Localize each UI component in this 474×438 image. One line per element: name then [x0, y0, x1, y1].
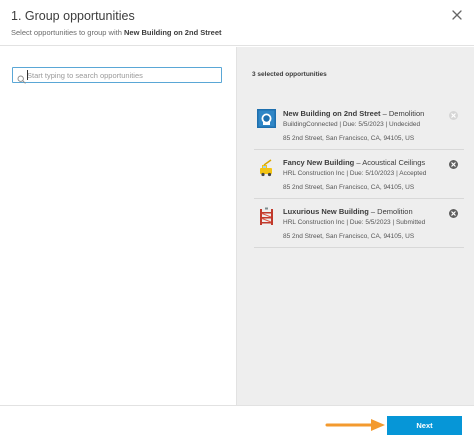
search-box[interactable] — [12, 67, 222, 84]
selected-opportunities-pane: 3 selected opportunities New Building on… — [236, 47, 474, 405]
arrow-right-icon — [325, 418, 387, 432]
opportunity-title: New Building on 2nd Street – Demolition — [283, 109, 424, 118]
opportunity-trade: – Acoustical Ceilings — [354, 158, 426, 167]
opportunity-title: Fancy New Building – Acoustical Ceilings — [283, 158, 425, 167]
opportunity-name: Fancy New Building — [283, 158, 355, 167]
opportunity-trade: – Demolition — [368, 207, 413, 216]
search-input[interactable] — [27, 69, 217, 81]
selected-count-label: 3 selected opportunities — [252, 71, 327, 78]
dialog-footer: Next — [0, 405, 474, 438]
opportunity-name: New Building on 2nd Street — [283, 109, 381, 118]
text-cursor — [27, 70, 28, 80]
opportunity-address: 85 2nd Street, San Francisco, CA, 94105,… — [283, 233, 415, 240]
dialog-header: 1. Group opportunities Select opportunit… — [0, 0, 474, 46]
opportunity-name: Luxurious New Building — [283, 207, 369, 216]
opportunity-trade: – Demolition — [380, 109, 425, 118]
opportunity-item: Luxurious New Building – Demolition HRL … — [254, 200, 464, 248]
dialog-subtitle: Select opportunities to group with New B… — [11, 28, 222, 37]
scaffold-logo-icon — [257, 207, 276, 226]
opportunity-address: 85 2nd Street, San Francisco, CA, 94105,… — [283, 184, 415, 191]
opportunity-item: New Building on 2nd Street – Demolition … — [254, 102, 464, 150]
opportunity-meta: BuildingConnected | Due: 5/5/2023 | Unde… — [283, 121, 421, 128]
close-icon[interactable] — [450, 8, 464, 22]
next-button[interactable]: Next — [387, 416, 462, 435]
remove-opportunity-icon[interactable] — [449, 209, 458, 218]
subtitle-prefix: Select opportunities to group with — [11, 28, 124, 37]
building-logo-icon — [257, 109, 276, 128]
dialog-title: 1. Group opportunities — [11, 9, 135, 23]
remove-disabled-icon — [449, 111, 458, 120]
opportunity-meta: HRL Construction Inc | Due: 5/5/2023 | S… — [283, 219, 426, 226]
opportunity-title: Luxurious New Building – Demolition — [283, 207, 413, 216]
opportunity-address: 85 2nd Street, San Francisco, CA, 94105,… — [283, 135, 415, 142]
opportunity-item: Fancy New Building – Acoustical Ceilings… — [254, 151, 464, 199]
remove-opportunity-icon[interactable] — [449, 160, 458, 169]
search-pane — [0, 47, 236, 405]
subtitle-project-name: New Building on 2nd Street — [123, 28, 222, 37]
opportunity-meta: HRL Construction Inc | Due: 5/10/2023 | … — [283, 170, 427, 177]
crane-logo-icon — [257, 158, 276, 177]
search-icon — [17, 71, 26, 84]
